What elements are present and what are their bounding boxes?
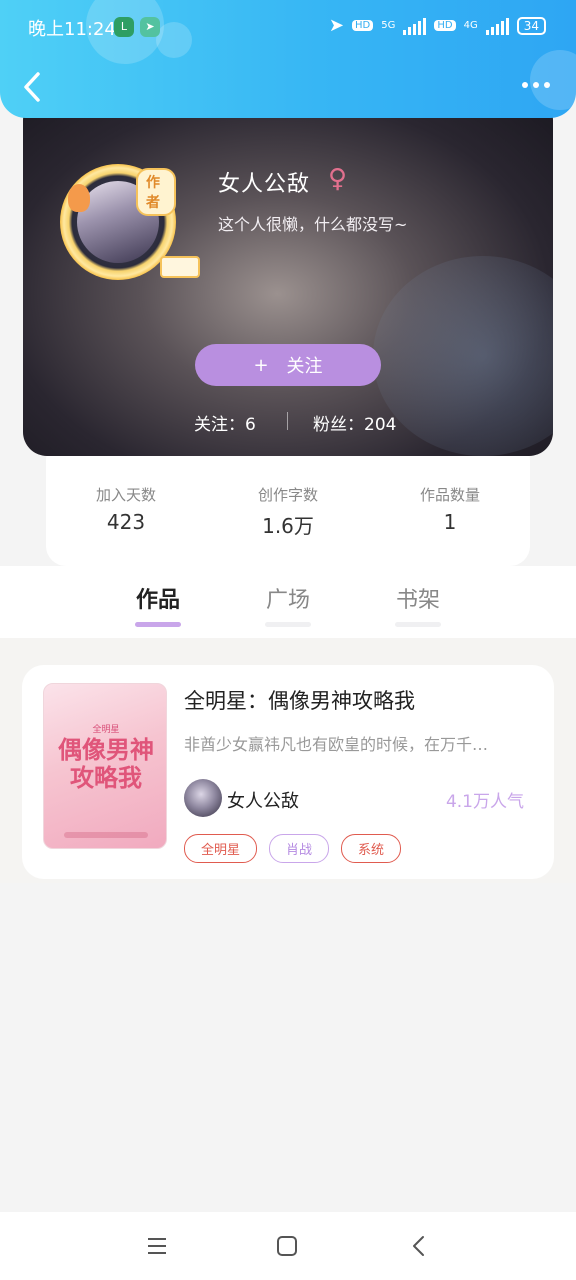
tag[interactable]: 全明星 [184,834,258,863]
battery-icon: 34 [516,16,546,35]
female-icon: ♀ [328,164,348,194]
tag[interactable]: 系统 [341,834,402,863]
avatar[interactable]: 作者 [60,164,200,280]
location-icon: ➤ [328,15,344,36]
home-square-icon[interactable] [273,1232,301,1260]
stat-word-count: 创作字数 1.6万 [208,484,368,539]
work-title[interactable]: 全明星：偶像男神攻略我 [184,685,415,715]
user-name: 女人公敌 [218,172,311,197]
tab-indicator [395,622,441,627]
follow-button[interactable]: + 关注 [195,344,381,386]
stat-label: 加入天数 [95,486,156,504]
book-cover[interactable]: 全明星 偶像男神攻略我 [43,683,167,849]
stat-value: 1.6万 [262,514,314,538]
decor-glow [373,256,553,456]
book-icon [160,256,200,278]
work-description: 非酋少女赢祎凡也有欧皇的时候，在万千… [184,735,489,754]
follow-label: 关注 [286,356,323,377]
tab-works[interactable]: 作品 [118,582,198,627]
menu-icon[interactable] [143,1232,171,1260]
more-icon[interactable] [522,82,550,88]
plus-icon: + [253,354,269,376]
author-avatar[interactable] [184,779,222,817]
cover-decor [64,832,148,838]
divider [287,412,288,430]
fans-count[interactable]: 粉丝：204 [313,410,396,435]
cover-title: 偶像男神攻略我 [58,735,154,792]
stat-value: 423 [106,510,146,534]
status-right: ➤ HD 5G HD 4G 34 [329,15,546,36]
signal-icon [403,17,427,35]
stat-label: 创作字数 [257,486,318,504]
cover-subtitle: 全明星 [92,725,120,735]
status-bar: 晚上11:24 L ➤ ➤ HD 5G HD 4G 34 [0,0,576,52]
tab-bookshelf[interactable]: 书架 [378,582,458,627]
work-popularity: 4.1万人气 [445,792,524,812]
hd-badge-2: HD [434,20,456,31]
stat-value: 1 [443,510,457,534]
stat-label: 作品数量 [419,486,480,504]
network-4g-label: 4G [463,20,478,31]
stats-card: 加入天数 423 创作字数 1.6万 作品数量 1 [46,440,530,566]
system-nav-bar [0,1212,576,1280]
status-time: 晚上11:24 [28,19,116,40]
app-notification-icon: L [114,17,134,37]
back-icon[interactable] [18,70,48,104]
top-bar: 晚上11:24 L ➤ ➤ HD 5G HD 4G 34 [0,0,576,118]
hd-badge: HD [352,20,374,31]
network-5g-label: 5G [381,20,396,31]
work-author[interactable]: 女人公敌 [227,787,299,813]
tab-indicator [135,622,181,627]
user-bio: 这个人很懒，什么都没写~ [218,215,408,234]
torch-icon [68,184,90,212]
tab-label: 广场 [265,588,310,613]
following-count[interactable]: 关注：6 [194,410,256,435]
work-tags: 全明星 肖战 系统 [184,834,402,863]
author-badge: 作者 [136,168,176,216]
profile-header: 作者 女人公敌 ♀ 这个人很懒，什么都没写~ + 关注 关注：6 粉丝：204 [23,96,553,456]
tab-label: 作品 [135,588,180,613]
tab-label: 书架 [395,588,440,613]
tab-bar: 作品 广场 书架 [0,566,576,638]
stat-works-count: 作品数量 1 [370,484,530,534]
tab-plaza[interactable]: 广场 [248,582,328,627]
send-notification-icon: ➤ [140,17,160,37]
tab-indicator [265,622,311,627]
decor-bubble [530,50,576,110]
signal-icon-2 [485,17,509,35]
back-triangle-icon[interactable] [405,1232,433,1260]
work-card[interactable]: 全明星 偶像男神攻略我 全明星：偶像男神攻略我 非酋少女赢祎凡也有欧皇的时候，在… [22,665,554,879]
stat-join-days: 加入天数 423 [46,484,206,534]
tag[interactable]: 肖战 [269,834,330,863]
